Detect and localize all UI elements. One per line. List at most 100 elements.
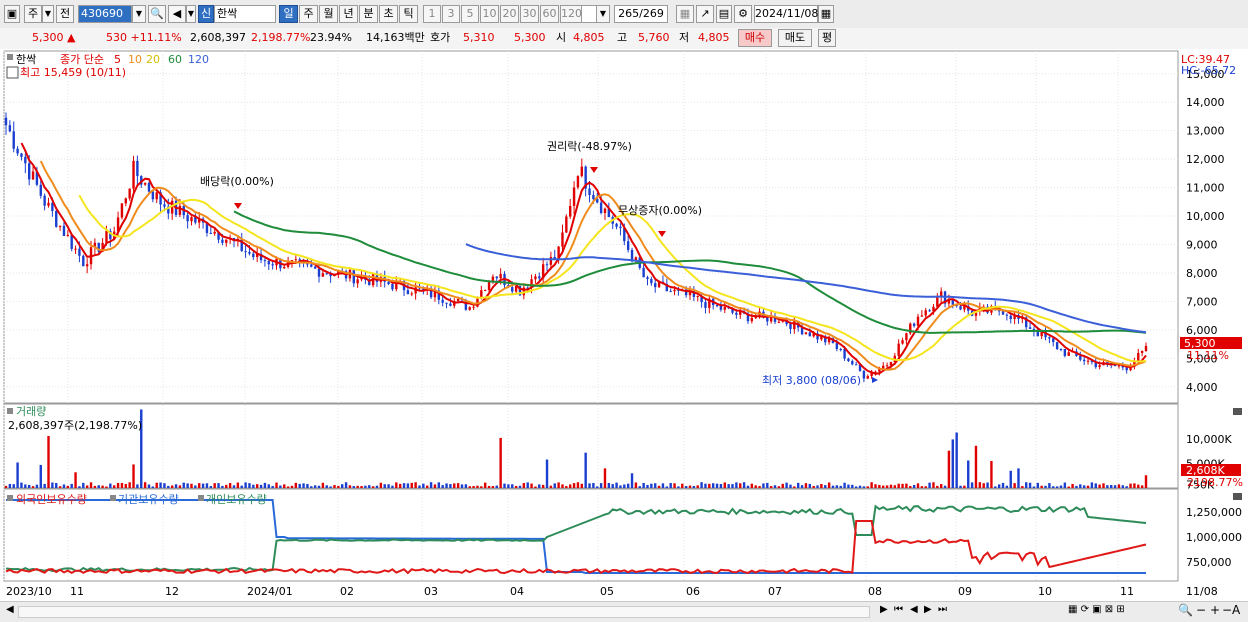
jeon-button[interactable]: 전 bbox=[56, 5, 74, 23]
period-tab-2[interactable]: 월 bbox=[319, 5, 338, 23]
speaker-icon[interactable]: ◀ bbox=[168, 5, 186, 23]
vol-bar-94 bbox=[368, 485, 371, 488]
vol-bar-201 bbox=[781, 483, 784, 488]
calendar-icon[interactable]: ▦ bbox=[818, 5, 834, 23]
period-tab-3[interactable]: 년 bbox=[339, 5, 358, 23]
candle-body-154 bbox=[599, 202, 603, 214]
interval-num-1[interactable]: 1 bbox=[423, 5, 441, 23]
vol-bar-38 bbox=[151, 486, 155, 488]
plus-icon[interactable]: + bbox=[1210, 603, 1220, 617]
vol-bar-54 bbox=[213, 483, 216, 488]
calendar-small-icon[interactable] bbox=[6, 66, 19, 79]
vol-bar-45 bbox=[178, 485, 182, 488]
scroll-track[interactable] bbox=[18, 606, 870, 618]
vol-bar-113 bbox=[441, 485, 444, 488]
hold-panel-close-icon[interactable] bbox=[1233, 493, 1242, 500]
hold-tick-0: 1,250,000 bbox=[1186, 506, 1242, 519]
zoom-out-icon[interactable]: 🔍 bbox=[1178, 603, 1193, 617]
candle-body-10 bbox=[43, 195, 46, 206]
last-icon[interactable]: ⏭ bbox=[938, 604, 947, 615]
interval-num-60[interactable]: 60 bbox=[540, 5, 559, 23]
minus-icon[interactable]: − bbox=[1196, 603, 1206, 617]
grid-icon[interactable]: ▦ bbox=[676, 5, 694, 23]
period-tab-5[interactable]: 초 bbox=[379, 5, 398, 23]
interval-num-5[interactable]: 5 bbox=[461, 5, 479, 23]
vol-bar-200 bbox=[777, 486, 781, 488]
font-size-icon[interactable]: − bbox=[1222, 603, 1232, 617]
chart-menu-icon[interactable]: ▣ bbox=[4, 5, 20, 23]
eval-button[interactable]: 평 bbox=[818, 29, 836, 47]
vol-bar-85 bbox=[333, 485, 336, 488]
search-icon[interactable]: 🔍 bbox=[148, 5, 166, 23]
period-tab-4[interactable]: 분 bbox=[359, 5, 378, 23]
price-tick-11: 4,000 bbox=[1186, 381, 1218, 394]
candle-body-158 bbox=[615, 223, 618, 227]
candle-body-38 bbox=[151, 191, 155, 200]
interval-num-120[interactable]: 120 bbox=[560, 5, 582, 23]
vol-bar-6 bbox=[27, 484, 31, 488]
vol-bar-42 bbox=[167, 485, 170, 488]
interval-num-30[interactable]: 30 bbox=[520, 5, 539, 23]
next-icon[interactable]: ▶ bbox=[924, 604, 932, 615]
ju-button[interactable]: 주 bbox=[24, 5, 42, 23]
buy-button[interactable]: 매수 bbox=[738, 29, 772, 47]
zoom-icons[interactable]: ▦ ⟳ ▣ ⊠ ⊞ bbox=[1068, 604, 1125, 615]
legend-ma20: 20 bbox=[146, 53, 160, 66]
interval-num-10[interactable]: 10 bbox=[480, 5, 499, 23]
sell-button[interactable]: 매도 bbox=[778, 29, 812, 47]
first-icon[interactable]: ⏮ bbox=[894, 604, 903, 615]
vol-bar-223 bbox=[866, 486, 869, 488]
vol-bar-239 bbox=[928, 482, 931, 488]
candle-body-0 bbox=[4, 117, 8, 126]
count-field[interactable]: 265/269 bbox=[614, 5, 668, 23]
vol-bar-270 bbox=[1048, 483, 1051, 488]
period-tab-1[interactable]: 주 bbox=[299, 5, 318, 23]
vol-bar-135 bbox=[526, 482, 529, 488]
code-dropdown-icon[interactable]: ▼ bbox=[132, 5, 146, 23]
vol-bar-47 bbox=[186, 483, 189, 488]
scroll-left-icon[interactable]: ◀ bbox=[6, 604, 14, 615]
code-input[interactable]: 430690 bbox=[78, 5, 132, 23]
sin-badge: 신 bbox=[198, 5, 214, 23]
vol-bar-105 bbox=[410, 482, 413, 488]
interval-num-20[interactable]: 20 bbox=[500, 5, 519, 23]
period-tab-0[interactable]: 일 bbox=[279, 5, 298, 23]
vol-bar-212 bbox=[824, 485, 827, 488]
gear-icon[interactable]: ⚙ bbox=[734, 5, 752, 23]
chart-area[interactable]: 15,00014,00013,00012,00011,00010,0009,00… bbox=[0, 49, 1248, 601]
vol-bar-276 bbox=[1071, 483, 1074, 488]
scroll-bar[interactable]: ◀ ▶ ⏮ ◀ ▶ ⏭ ▦ ⟳ ▣ ⊠ ⊞ 🔍 − + − A bbox=[0, 601, 1248, 622]
vol-bar-197 bbox=[766, 482, 769, 488]
candle-body-238 bbox=[924, 310, 927, 316]
candle-body-265 bbox=[1028, 327, 1032, 329]
vol-bar-192 bbox=[746, 485, 750, 488]
vol-panel-close-icon[interactable] bbox=[1233, 408, 1242, 415]
ju-dropdown-icon[interactable]: ▼ bbox=[42, 5, 54, 23]
count-total: /269 bbox=[639, 7, 664, 20]
vol-bar-209 bbox=[812, 485, 815, 488]
vol-bar-106 bbox=[414, 482, 417, 488]
save-icon[interactable]: ▤ bbox=[716, 5, 732, 23]
date-field[interactable]: 2024/11/08 bbox=[754, 5, 818, 23]
candle-body-67 bbox=[263, 260, 267, 262]
prev-icon[interactable]: ◀ bbox=[910, 604, 918, 615]
stock-name-field[interactable]: 한싹 bbox=[214, 5, 276, 23]
vol-bar-75 bbox=[294, 482, 298, 488]
vol-bar-103 bbox=[402, 483, 406, 488]
vol-bar-144 bbox=[561, 484, 564, 488]
draw-tool-icon[interactable]: ↗ bbox=[696, 5, 714, 23]
scroll-right-icon[interactable]: ▶ bbox=[880, 604, 888, 615]
speaker-dropdown-icon[interactable]: ▼ bbox=[186, 5, 196, 23]
text-a-icon[interactable]: A bbox=[1232, 603, 1240, 617]
candle-body-231 bbox=[897, 343, 900, 356]
vol-bar-27 bbox=[109, 483, 112, 488]
vol-bar-140 bbox=[545, 459, 549, 488]
interval-dropdown-icon[interactable]: ▼ bbox=[596, 5, 610, 23]
vol-bar-268 bbox=[1040, 485, 1043, 488]
vol-bar-64 bbox=[252, 484, 255, 488]
vol-bar-147 bbox=[572, 483, 576, 488]
hc-label: HC:-65.72 bbox=[1181, 64, 1236, 77]
period-tab-6[interactable]: 틱 bbox=[399, 5, 418, 23]
price-change: 530 +11.11% bbox=[106, 31, 182, 44]
interval-num-3[interactable]: 3 bbox=[442, 5, 460, 23]
